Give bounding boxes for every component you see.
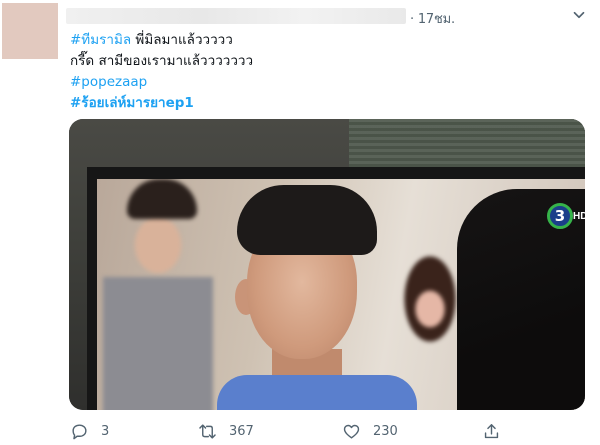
tweet-line-4: #ร้อยเล่ห์มารยาep1 (70, 93, 253, 114)
share-icon (484, 423, 499, 438)
tweet-line-1: #ทีมรามิล พี่มิลมาแล้ววววว (70, 30, 253, 51)
tweet-header: · 17ชม. (66, 6, 596, 28)
reply-icon (72, 423, 87, 439)
retweet-icon (199, 423, 216, 439)
avatar[interactable] (2, 3, 58, 59)
tweet-line-2: กรี๊ด สามีของเรามาแล้ววววววว (70, 51, 253, 72)
tweet-photo[interactable]: 3 HD (69, 119, 585, 410)
background-man (103, 187, 213, 410)
retweet-button[interactable]: 367 (198, 420, 254, 442)
background-man-hair (127, 179, 197, 219)
hd-label: HD (573, 211, 585, 222)
channel-number: 3 (547, 203, 573, 229)
heart-icon (343, 424, 360, 439)
hashtag-link[interactable]: #popezaap (70, 74, 147, 90)
retweet-count: 367 (229, 423, 254, 439)
like-count: 230 (373, 423, 398, 439)
reply-count: 3 (101, 423, 110, 439)
chevron-down-icon[interactable] (570, 6, 588, 24)
tweet-line-3: #popezaap (70, 72, 253, 93)
tv-screen (97, 179, 585, 410)
share-button[interactable] (482, 420, 501, 442)
tweet-line-text: พี่มิลมาแล้ววววว (131, 32, 233, 48)
tweet-line-text: กรี๊ด สามีของเรามาแล้ววววววว (70, 53, 254, 69)
channel-3-logo: 3 HD (547, 203, 585, 233)
tweet-text: #ทีมรามิล พี่มิลมาแล้ววววว กรี๊ด สามีของ… (70, 30, 253, 114)
reply-button[interactable]: 3 (70, 420, 109, 442)
man-shirt (217, 375, 417, 410)
man-hair (237, 185, 377, 255)
like-button[interactable]: 230 (342, 420, 398, 442)
hashtag-link[interactable]: #ทีมรามิล (70, 32, 131, 48)
hashtag-link[interactable]: #ร้อยเล่ห์มารยาep1 (70, 95, 194, 111)
timestamp[interactable]: · 17ชม. (410, 8, 455, 29)
username-blurred[interactable] (66, 8, 406, 24)
tweet-actions: 3 367 230 (66, 420, 596, 442)
